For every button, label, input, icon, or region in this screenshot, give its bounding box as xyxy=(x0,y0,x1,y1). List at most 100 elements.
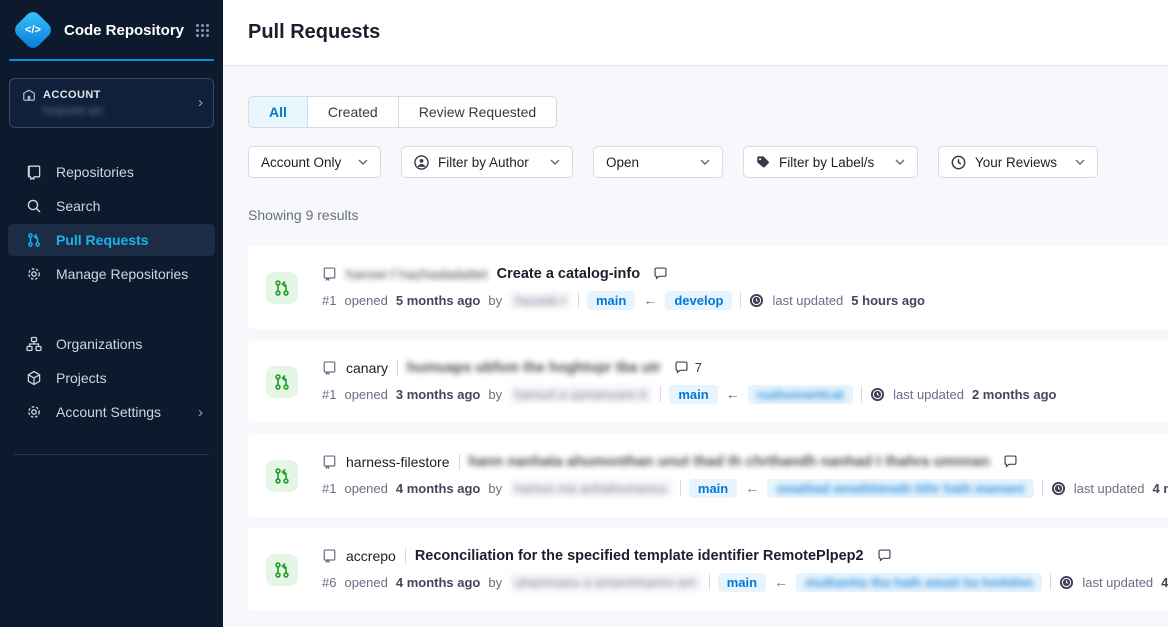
pull-request-row[interactable]: accrepo Reconciliation for the specified… xyxy=(248,528,1168,611)
scope-filter-dropdown[interactable]: Account Only xyxy=(248,146,381,178)
merge-arrow-icon: ← xyxy=(726,386,740,402)
repo-icon xyxy=(322,548,337,563)
pr-target-branch[interactable]: main xyxy=(587,291,635,310)
pr-by-word: by xyxy=(488,481,502,496)
separator xyxy=(660,386,661,402)
pr-open-state-icon xyxy=(266,366,298,398)
merge-arrow-icon: ← xyxy=(774,574,788,590)
pr-by-word: by xyxy=(488,387,502,402)
pr-author[interactable]: hamurt a upmanuare tr xyxy=(510,386,652,403)
tab-all[interactable]: All xyxy=(249,97,307,127)
filter-row: Account Only Filter by Author Open Filte… xyxy=(248,146,1168,178)
sidebar-item-organizations[interactable]: Organizations xyxy=(8,328,215,360)
page-title: Pull Requests xyxy=(248,21,1168,44)
pr-comment-count: 7 xyxy=(695,360,702,375)
chevron-down-icon xyxy=(895,159,905,165)
pr-author[interactable]: hazaab t xyxy=(510,292,570,309)
pr-repo-name[interactable]: canary xyxy=(346,360,388,376)
scope-filter-label: Account Only xyxy=(261,155,341,170)
sidebar-header: </> Code Repository xyxy=(0,0,223,59)
pr-by-word: by xyxy=(488,293,502,308)
sidebar-item-projects[interactable]: Projects xyxy=(8,362,215,394)
sidebar-item-label: Organizations xyxy=(56,336,142,352)
pr-open-state-icon xyxy=(266,554,298,586)
pr-target-branch[interactable]: main xyxy=(669,385,717,404)
state-filter-dropdown[interactable]: Open xyxy=(593,146,723,178)
pr-source-branch[interactable]: muthanha tha hath amatt ha hmhthm xyxy=(805,575,1033,590)
reviews-filter-dropdown[interactable]: Your Reviews xyxy=(938,146,1098,178)
separator xyxy=(709,574,710,590)
last-updated-clock-icon xyxy=(870,387,885,402)
pull-request-list: hansei f hazhadadattet Create a catalog-… xyxy=(248,246,1168,611)
app-logo-icon[interactable]: </> xyxy=(12,9,54,51)
pr-opened-ago: 4 months ago xyxy=(396,575,481,590)
pr-source-branch[interactable]: ruahumarttcat xyxy=(757,387,844,402)
pr-number: #1 xyxy=(322,481,336,496)
pr-target-branch[interactable]: main xyxy=(718,573,766,592)
pr-opened-ago: 5 months ago xyxy=(396,293,481,308)
sidebar-item-repositories[interactable]: Repositories xyxy=(8,156,215,188)
pr-source-branch[interactable]: smathad amathhtnath tithr hath mamant xyxy=(776,481,1024,496)
pr-updated-word: last updated xyxy=(1082,575,1153,590)
account-selector[interactable]: ACCOUNT hcqnumt am › xyxy=(9,78,214,128)
pr-updated-ago: 4 months ago xyxy=(1153,481,1168,496)
main-panel: Pull Requests All Created Review Request… xyxy=(223,0,1168,627)
pr-comments xyxy=(1003,454,1018,469)
sidebar-item-label: Projects xyxy=(56,370,107,386)
merge-arrow-icon: ← xyxy=(643,292,657,308)
last-updated-clock-icon xyxy=(749,293,764,308)
pr-title[interactable]: humuaps ubfsm the hoghtvpr tba utr xyxy=(407,360,661,376)
sidebar-item-search[interactable]: Search xyxy=(8,190,215,222)
pull-request-row[interactable]: hansei f hazhadadattet Create a catalog-… xyxy=(248,246,1168,329)
account-name: hcqnumt am xyxy=(43,105,198,117)
comment-icon xyxy=(877,548,892,563)
tab-created[interactable]: Created xyxy=(307,97,398,127)
pr-title[interactable]: Reconciliation for the specified templat… xyxy=(415,548,864,564)
content: All Created Review Requested Account Onl… xyxy=(223,66,1168,622)
pull-request-row[interactable]: harness-filestore hann nanhata ahumontha… xyxy=(248,434,1168,517)
separator xyxy=(459,454,460,470)
pr-comments xyxy=(877,548,892,563)
results-summary: Showing 9 results xyxy=(248,207,1168,223)
sidebar-item-label: Repositories xyxy=(56,164,134,180)
pr-repo-name[interactable]: hansei f hazhadadattet xyxy=(346,266,488,282)
pull-request-row[interactable]: canary humuaps ubfsm the hoghtvpr tba ut… xyxy=(248,340,1168,423)
author-filter-dropdown[interactable]: Filter by Author xyxy=(401,146,573,178)
sidebar-divider xyxy=(14,454,209,455)
pr-target-branch[interactable]: main xyxy=(689,479,737,498)
pr-repo-name[interactable]: harness-filestore xyxy=(346,454,450,470)
pr-repo-name[interactable]: accrepo xyxy=(346,548,396,564)
sidebar-item-account-settings[interactable]: Account Settings › xyxy=(8,396,215,428)
module-grid-icon[interactable] xyxy=(196,24,209,37)
sidebar-item-label: Pull Requests xyxy=(56,232,149,248)
clock-icon xyxy=(951,155,966,170)
separator xyxy=(680,480,681,496)
pr-by-word: by xyxy=(488,575,502,590)
repo-icon xyxy=(322,360,337,375)
pr-author[interactable]: uhammanu a amamhhamm am xyxy=(510,574,701,591)
chevron-down-icon xyxy=(1075,159,1085,165)
pr-opened-ago: 4 months ago xyxy=(396,481,481,496)
pr-author[interactable]: hamun ma anhathumanuu xyxy=(510,480,672,497)
pr-source-branch[interactable]: develop xyxy=(674,293,723,308)
pr-title[interactable]: hann nanhata ahumonthan unut thad th chr… xyxy=(469,454,990,470)
tab-review-requested[interactable]: Review Requested xyxy=(398,97,557,127)
chevron-right-icon: › xyxy=(198,405,203,420)
separator xyxy=(861,386,862,402)
sidebar-item-pull-requests[interactable]: Pull Requests xyxy=(8,224,215,256)
separator xyxy=(578,292,579,308)
comment-icon xyxy=(674,360,689,375)
pr-updated-word: last updated xyxy=(1074,481,1145,496)
account-label: ACCOUNT xyxy=(43,89,101,101)
pr-title[interactable]: Create a catalog-info xyxy=(497,266,640,282)
tag-icon xyxy=(756,155,770,169)
label-filter-dropdown[interactable]: Filter by Label/s xyxy=(743,146,918,178)
sidebar-item-manage-repositories[interactable]: Manage Repositories xyxy=(8,258,215,290)
sidebar: </> Code Repository ACCOUNT hcqnumt am ›… xyxy=(0,0,223,627)
merge-arrow-icon: ← xyxy=(745,480,759,496)
pr-updated-ago: 5 hours ago xyxy=(851,293,925,308)
last-updated-clock-icon xyxy=(1059,575,1074,590)
sidebar-item-label: Manage Repositories xyxy=(56,266,188,282)
repo-icon xyxy=(322,454,337,469)
sidebar-item-label: Search xyxy=(56,198,100,214)
